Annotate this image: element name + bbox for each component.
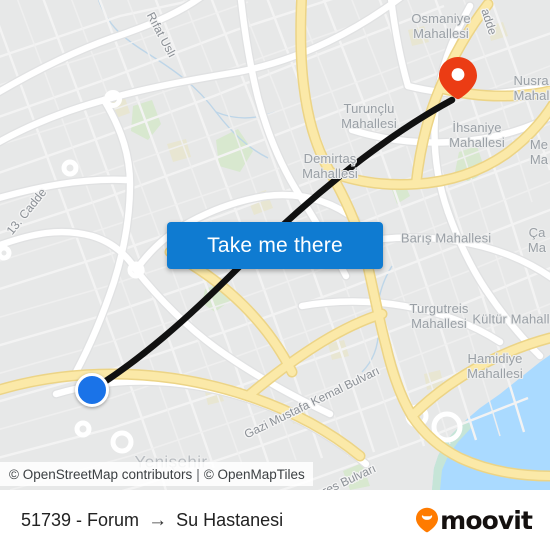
map-pin-hole xyxy=(451,68,465,81)
attribution-osm[interactable]: © OpenStreetMap contributors xyxy=(9,467,192,482)
route-arrow-icon: → xyxy=(148,509,168,531)
moovit-wordmark: moovit xyxy=(440,505,533,535)
route-origin-label: 51739 - Forum xyxy=(21,509,140,530)
route-summary: 51739 - Forum → Su Hastanesi xyxy=(21,510,283,531)
route-destination-label: Su Hastanesi xyxy=(176,509,284,530)
footer-bar: 51739 - Forum → Su Hastanesi moovit xyxy=(0,490,550,550)
map-canvas[interactable]: Rıfat Uslı adde 13. Cadde Gazi Mustafa K… xyxy=(0,0,550,490)
attribution-separator: | xyxy=(196,466,200,482)
attribution-tiles[interactable]: © OpenMapTiles xyxy=(204,467,305,482)
moovit-route-screenshot: Rıfat Uslı adde 13. Cadde Gazi Mustafa K… xyxy=(0,0,550,550)
moovit-logo: moovit xyxy=(415,505,533,535)
destination-marker[interactable] xyxy=(437,56,479,100)
origin-marker[interactable] xyxy=(75,373,109,407)
map-attribution: © OpenStreetMap contributors | © OpenMap… xyxy=(0,462,313,486)
moovit-pin-icon xyxy=(416,507,439,533)
take-me-there-button[interactable]: Take me there xyxy=(167,222,383,269)
